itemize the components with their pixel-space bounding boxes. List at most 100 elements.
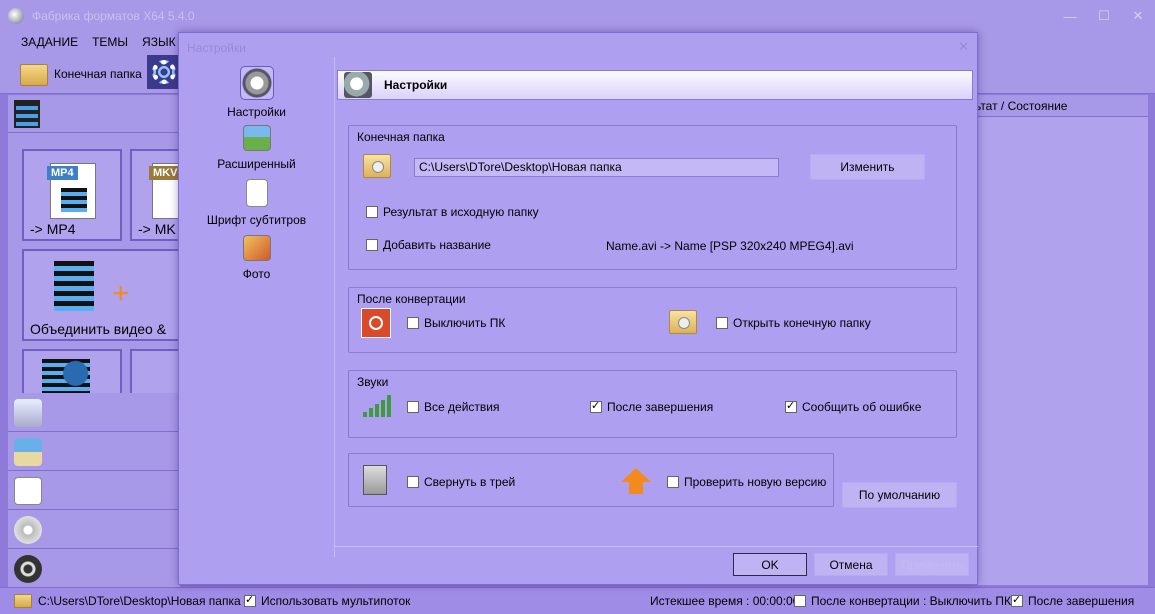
- tile-video-extra[interactable]: [22, 349, 122, 395]
- plus-icon: +: [112, 277, 130, 310]
- add-name-checkbox[interactable]: Добавить название: [366, 238, 491, 252]
- video-category-icon[interactable]: [14, 100, 40, 128]
- music-icon: [14, 399, 42, 427]
- checkbox[interactable]: [407, 317, 419, 329]
- after-conversion-status[interactable]: После конвертации : Выключить ПК: [794, 594, 1011, 608]
- apply-button[interactable]: Применить: [895, 553, 969, 576]
- close-button[interactable]: ✕: [1121, 0, 1155, 32]
- computer-icon: [363, 465, 387, 495]
- window-controls: — ☐ ✕: [1053, 0, 1155, 32]
- checkbox[interactable]: [366, 239, 378, 251]
- checkbox[interactable]: [716, 317, 728, 329]
- minimize-button[interactable]: —: [1053, 0, 1087, 32]
- tile-label: Объединить видео &: [30, 321, 167, 337]
- defaults-button[interactable]: По умолчанию: [842, 482, 957, 508]
- folder-icon: [14, 594, 32, 608]
- checkbox-checked[interactable]: [1011, 593, 1023, 607]
- picture-icon: [14, 438, 42, 466]
- photo-icon: [242, 235, 271, 261]
- result-in-source-checkbox[interactable]: Результат в исходную папку: [366, 205, 539, 219]
- multithread-checkbox[interactable]: Использовать мультипоток: [244, 593, 410, 608]
- video-reel-icon: [42, 359, 90, 395]
- group-misc: Свернуть в трей Проверить новую версию: [348, 453, 834, 507]
- nav-subtitle-font[interactable]: Шрифт субтитров: [179, 179, 334, 227]
- image-icon: [242, 125, 271, 151]
- open-folder-checkbox[interactable]: Открыть конечную папку: [716, 316, 871, 330]
- dest-folder-label[interactable]: Конечная папка: [54, 67, 142, 81]
- tile-merge-video[interactable]: + Объединить видео &: [22, 249, 180, 341]
- settings-gear-button[interactable]: [147, 55, 180, 89]
- dialog-close-button[interactable]: ✕: [958, 39, 969, 55]
- settings-dialog: Настройки ✕ Настройки Расширенный Шрифт …: [178, 32, 978, 585]
- checkbox-checked[interactable]: [590, 399, 602, 413]
- menu-task[interactable]: ЗАДАНИЕ: [21, 35, 78, 49]
- menu-language[interactable]: ЯЗЫК: [142, 35, 176, 49]
- checkbox[interactable]: [667, 476, 679, 488]
- minimize-to-tray-checkbox[interactable]: Свернуть в трей: [407, 475, 515, 489]
- nav-settings[interactable]: Настройки: [179, 66, 334, 119]
- tile-label: -> MK: [138, 221, 176, 237]
- dest-folder-icon[interactable]: [20, 64, 48, 86]
- tab-rom[interactable]: [8, 510, 180, 549]
- film-reel-icon: [14, 555, 42, 583]
- tile-to-mkv[interactable]: MKV -> MK: [130, 149, 182, 241]
- group-sounds: Звуки Все действия После завершения Сооб…: [348, 370, 957, 438]
- content-header: Настройки: [337, 70, 973, 100]
- group-dest-folder: Конечная папка C:\Users\DTore\Desktop\Но…: [348, 125, 957, 270]
- name-example: Name.avi -> Name [PSP 320x240 MPEG4].avi: [606, 239, 854, 253]
- group-after-conversion: После конвертации Выключить ПК Открыть к…: [348, 287, 957, 353]
- tab-audio[interactable]: [8, 393, 180, 432]
- dest-path-field[interactable]: C:\Users\DTore\Desktop\Новая папка: [414, 158, 779, 177]
- sound-error-checkbox[interactable]: Сообщить об ошибке: [785, 399, 921, 414]
- folder-icon: [669, 310, 697, 334]
- maximize-button[interactable]: ☐: [1087, 0, 1121, 32]
- category-tabs: [8, 393, 180, 588]
- app-title: Фабрика форматов X64 5.4.0: [32, 9, 195, 23]
- tab-utilities[interactable]: [8, 549, 180, 588]
- tile-video-tool[interactable]: [130, 349, 180, 393]
- checkbox[interactable]: [407, 401, 419, 413]
- bottom-separator: [334, 546, 978, 547]
- after-done-status[interactable]: После завершения: [1011, 593, 1134, 608]
- sound-all-checkbox[interactable]: Все действия: [407, 400, 499, 414]
- settings-icon: [344, 72, 372, 98]
- content-title: Настройки: [384, 78, 448, 92]
- ok-button[interactable]: OK: [733, 553, 807, 576]
- mp4-file-icon: MP4: [47, 163, 96, 219]
- tile-label: -> MP4: [30, 221, 76, 237]
- settings-icon: [239, 66, 274, 100]
- folder-icon: [363, 154, 391, 178]
- dialog-title: Настройки: [187, 41, 246, 55]
- checkbox-checked[interactable]: [785, 399, 797, 413]
- change-folder-button[interactable]: Изменить: [810, 154, 925, 180]
- disc-icon: [14, 516, 42, 544]
- main-titlebar: Фабрика форматов X64 5.4.0 — ☐ ✕: [0, 0, 1155, 32]
- update-arrow-icon: [621, 468, 651, 494]
- sound-after-done-checkbox[interactable]: После завершения: [590, 399, 713, 414]
- menu-themes[interactable]: ТЕМЫ: [92, 35, 128, 49]
- tab-document[interactable]: [8, 471, 180, 510]
- statusbar: C:\Users\DTore\Desktop\Новая папка Испол…: [0, 587, 1155, 614]
- check-update-checkbox[interactable]: Проверить новую версию: [667, 475, 826, 489]
- nav-photo[interactable]: Фото: [179, 235, 334, 281]
- document-icon: [245, 179, 268, 207]
- checkbox-checked[interactable]: [244, 593, 256, 607]
- app-icon: [8, 8, 24, 24]
- nav-advanced[interactable]: Расширенный: [179, 125, 334, 171]
- checkbox[interactable]: [794, 595, 806, 607]
- shutdown-checkbox[interactable]: Выключить ПК: [407, 316, 505, 330]
- gear-icon: [151, 60, 176, 84]
- task-list-header: льтат / Состояние: [968, 95, 1148, 117]
- elapsed-time: Истекшее время : 00:00:00: [650, 594, 800, 608]
- checkbox[interactable]: [366, 206, 378, 218]
- merge-video-icon: [54, 261, 94, 311]
- task-list[interactable]: [978, 117, 1148, 585]
- volume-bars-icon: [363, 395, 393, 417]
- nav-separator: [334, 57, 335, 557]
- power-icon: [361, 308, 391, 338]
- cancel-button[interactable]: Отмена: [814, 553, 888, 576]
- checkbox[interactable]: [407, 476, 419, 488]
- tile-to-mp4[interactable]: MP4 -> MP4: [22, 149, 122, 241]
- status-path[interactable]: C:\Users\DTore\Desktop\Новая папка: [14, 594, 241, 608]
- tab-picture[interactable]: [8, 432, 180, 471]
